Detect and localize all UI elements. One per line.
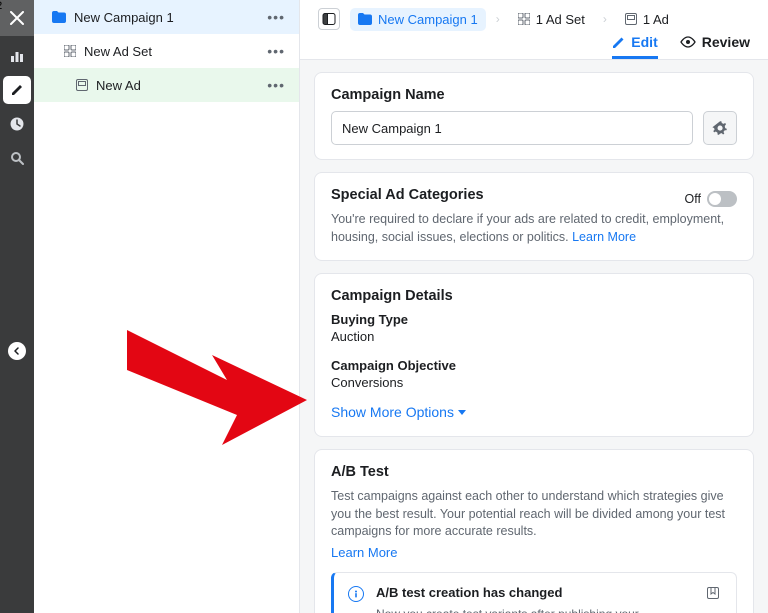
tree-item-label: New Ad (96, 78, 263, 93)
tab-review[interactable]: Review (680, 34, 750, 59)
tree-item-campaign[interactable]: New Campaign 1 ••• (34, 0, 299, 34)
buying-type-label: Buying Type (331, 312, 737, 327)
card-heading: Special Ad Categories (331, 187, 484, 203)
structure-tree: New Campaign 1 ••• New Ad Set ••• New Ad… (34, 0, 300, 613)
campaign-settings-button[interactable] (703, 111, 737, 145)
buying-type-value: Auction (331, 329, 737, 344)
adset-icon (64, 45, 76, 57)
eye-icon (680, 36, 696, 48)
ab-test-notice: A/B test creation has changed Now you cr… (331, 572, 737, 613)
crumb-sep: › (603, 12, 607, 26)
topbar: New Campaign 1 › 1 Ad Set › 1 Ad (300, 0, 768, 60)
switch-icon (707, 191, 737, 207)
tab-edit[interactable]: Edit (612, 34, 657, 59)
learn-more-link[interactable]: Learn More (331, 545, 737, 560)
content-scroll: Campaign Name Special Ad Categories Off (300, 60, 768, 613)
campaign-name-input[interactable] (331, 111, 693, 145)
rail-chart-icon[interactable] (3, 42, 31, 70)
breadcrumb: New Campaign 1 › 1 Ad Set › 1 Ad (318, 4, 750, 34)
notice-title: A/B test creation has changed (376, 585, 694, 600)
left-rail: 22 (0, 0, 34, 613)
rail-edge-text: 22 (0, 0, 2, 12)
card-campaign-name: Campaign Name (314, 72, 754, 160)
bookmark-icon[interactable] (706, 586, 722, 602)
folder-icon (358, 13, 372, 25)
special-toggle[interactable]: Off (685, 191, 737, 207)
card-heading: Campaign Name (331, 87, 737, 103)
tab-label: Edit (631, 34, 657, 50)
folder-icon (52, 11, 66, 23)
crumb-label: New Campaign 1 (378, 12, 478, 27)
adset-icon (518, 13, 530, 25)
card-desc: You're required to declare if your ads a… (331, 212, 724, 244)
crumb-sep: › (496, 12, 500, 26)
rail-edit-icon[interactable] (3, 76, 31, 104)
card-desc: Test campaigns against each other to und… (331, 489, 725, 538)
tree-item-ad[interactable]: New Ad ••• (34, 68, 299, 102)
tree-item-label: New Ad Set (84, 44, 263, 59)
crumb-ad[interactable]: 1 Ad (617, 8, 677, 31)
card-ab-test: A/B Test Test campaigns against each oth… (314, 449, 754, 613)
panel-toggle-button[interactable] (318, 8, 340, 30)
tab-bar: Edit Review (612, 34, 750, 59)
objective-label: Campaign Objective (331, 358, 737, 373)
notice-text: Now you create test variants after publi… (376, 606, 694, 613)
tab-label: Review (702, 34, 750, 50)
learn-more-link[interactable]: Learn More (572, 230, 636, 244)
crumb-label: 1 Ad Set (536, 12, 585, 27)
rail-expand-icon[interactable] (8, 342, 26, 360)
show-more-options[interactable]: Show More Options (331, 404, 466, 420)
main-panel: New Campaign 1 › 1 Ad Set › 1 Ad (300, 0, 768, 613)
tree-item-label: New Campaign 1 (74, 10, 263, 25)
ad-icon (76, 79, 88, 91)
crumb-campaign[interactable]: New Campaign 1 (350, 8, 486, 31)
toggle-label: Off (685, 192, 701, 206)
rail-search-icon[interactable] (3, 144, 31, 172)
close-button[interactable] (0, 0, 34, 36)
crumb-label: 1 Ad (643, 12, 669, 27)
tree-item-adset[interactable]: New Ad Set ••• (34, 34, 299, 68)
tree-item-menu[interactable]: ••• (263, 77, 289, 93)
tree-item-menu[interactable]: ••• (263, 9, 289, 25)
rail-clock-icon[interactable] (3, 110, 31, 138)
card-campaign-details: Campaign Details Buying Type Auction Cam… (314, 273, 754, 437)
tree-item-menu[interactable]: ••• (263, 43, 289, 59)
chevron-down-icon (458, 410, 466, 415)
card-special-categories: Special Ad Categories Off You're require… (314, 172, 754, 261)
gear-icon (712, 120, 728, 136)
objective-value: Conversions (331, 375, 737, 390)
info-icon (348, 586, 364, 602)
card-heading: A/B Test (331, 464, 737, 480)
card-heading: Campaign Details (331, 288, 737, 304)
pencil-icon (612, 36, 625, 49)
ad-icon (625, 13, 637, 25)
show-more-label: Show More Options (331, 404, 454, 420)
crumb-adset[interactable]: 1 Ad Set (510, 8, 593, 31)
